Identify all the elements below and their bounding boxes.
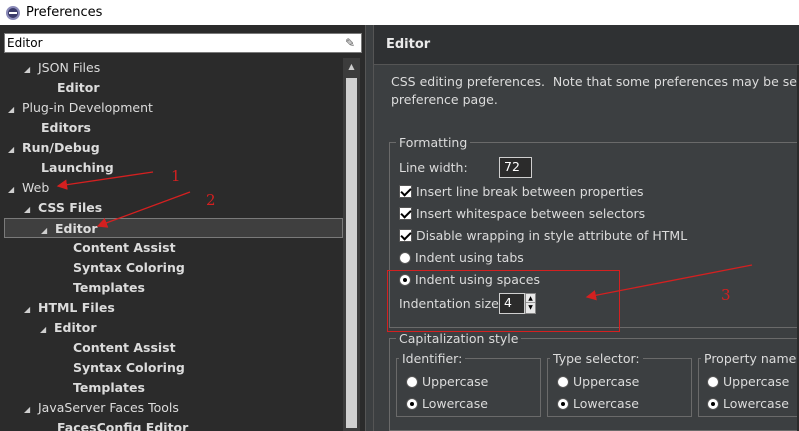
line-width-label: Line width: — [399, 160, 468, 175]
formatting-legend: Formatting — [399, 135, 468, 150]
property-name-lowercase-radio[interactable] — [707, 398, 719, 410]
type-selector-lowercase-option[interactable]: Lowercase — [557, 394, 639, 414]
type-selector-lowercase-radio[interactable] — [557, 398, 569, 410]
line-width-input[interactable]: 72 — [499, 157, 532, 178]
scrollbar-thumb[interactable] — [346, 78, 357, 428]
page-description: CSS editing preferences. Note that some … — [391, 74, 799, 107]
type-selector-legend: Type selector: — [553, 351, 640, 366]
filter-input[interactable] — [7, 35, 337, 51]
property-name-uppercase-radio[interactable] — [707, 376, 719, 388]
expanded-triangle-icon[interactable]: ◢ — [41, 221, 55, 241]
tree-item-javaserver-faces-tools[interactable]: ◢ JavaServer Faces Tools — [24, 398, 179, 418]
tree-item-html-syntax-coloring[interactable]: Syntax Coloring — [73, 358, 185, 378]
tree-item-web[interactable]: ◢ Web — [8, 178, 49, 198]
tree-item-html-files[interactable]: ◢ HTML Files — [24, 298, 115, 318]
tree-item-json-files[interactable]: ◢ JSON Files — [24, 58, 100, 78]
expanded-triangle-icon[interactable]: ◢ — [24, 60, 38, 80]
tree-item-plugin-development[interactable]: ◢ Plug-in Development — [8, 98, 153, 118]
tree-item-html-content-assist[interactable]: Content Assist — [73, 338, 176, 358]
eraser-icon[interactable]: ✎ — [343, 36, 357, 50]
insert-line-break-option[interactable]: Insert line break between properties — [399, 182, 644, 202]
identifier-lowercase-radio[interactable] — [406, 398, 418, 410]
tree-item-css-content-assist[interactable]: Content Assist — [73, 238, 176, 258]
page-header: Editor — [374, 25, 799, 65]
expanded-triangle-icon[interactable]: ◢ — [24, 200, 38, 220]
tree-item-editors[interactable]: Editors — [41, 118, 91, 138]
title-bar: Preferences — [0, 0, 799, 25]
identifier-legend: Identifier: — [402, 351, 463, 366]
scroll-up-icon[interactable]: ▲ — [343, 58, 360, 75]
tree-item-css-syntax-coloring[interactable]: Syntax Coloring — [73, 258, 185, 278]
disable-wrapping-option[interactable]: Disable wrapping in style attribute of H… — [399, 226, 687, 246]
eclipse-icon — [6, 5, 20, 20]
tree-item-css-templates[interactable]: Templates — [73, 278, 145, 298]
tree-item-css-files[interactable]: ◢ CSS Files — [24, 198, 102, 218]
tree-item-css-editor[interactable]: ◢ Editor — [4, 218, 343, 238]
filter-field[interactable]: ✎ — [4, 33, 362, 53]
identifier-lowercase-option[interactable]: Lowercase — [406, 394, 488, 414]
tree-scrollbar[interactable]: ▲ — [343, 58, 360, 431]
expanded-triangle-icon[interactable]: ◢ — [40, 320, 54, 340]
expanded-triangle-icon[interactable]: ◢ — [8, 100, 22, 120]
annotation-marker-2: 2 — [206, 191, 216, 209]
identifier-uppercase-radio[interactable] — [406, 376, 418, 388]
tree-item-json-editor[interactable]: Editor — [57, 78, 100, 98]
expanded-triangle-icon[interactable]: ◢ — [8, 140, 22, 160]
insert-line-break-checkbox[interactable] — [399, 185, 412, 198]
insert-whitespace-option[interactable]: Insert whitespace between selectors — [399, 204, 645, 224]
property-name-lowercase-option[interactable]: Lowercase — [707, 394, 789, 414]
annotation-highlight-box — [387, 270, 620, 332]
type-selector-uppercase-radio[interactable] — [557, 376, 569, 388]
indent-tabs-option[interactable]: Indent using tabs — [399, 248, 524, 268]
insert-whitespace-checkbox[interactable] — [399, 207, 412, 220]
annotation-marker-1: 1 — [171, 167, 181, 185]
identifier-uppercase-option[interactable]: Uppercase — [406, 372, 488, 392]
expanded-triangle-icon[interactable]: ◢ — [8, 180, 22, 200]
preference-page-panel: Editor CSS editing preferences. Note tha… — [373, 25, 799, 431]
tree-item-html-editor[interactable]: ◢ Editor — [40, 318, 97, 338]
property-name-uppercase-option[interactable]: Uppercase — [707, 372, 789, 392]
property-name-legend: Property name: — [704, 351, 799, 366]
capitalization-legend: Capitalization style — [399, 331, 519, 346]
indent-tabs-radio[interactable] — [399, 252, 411, 264]
preferences-tree: ◢ JSON Files Editor ◢ Plug-in Development … — [0, 58, 343, 431]
tree-item-run-debug[interactable]: ◢ Run/Debug — [8, 138, 100, 158]
window-title: Preferences — [26, 5, 103, 20]
type-selector-uppercase-option[interactable]: Uppercase — [557, 372, 639, 392]
expanded-triangle-icon[interactable]: ◢ — [24, 400, 38, 420]
page-title: Editor — [386, 37, 431, 52]
tree-item-facesconfig-editor[interactable]: FacesConfig Editor — [57, 418, 188, 431]
expanded-triangle-icon[interactable]: ◢ — [24, 300, 38, 320]
annotation-marker-3: 3 — [721, 286, 731, 304]
preferences-tree-panel: ✎ ◢JSON Files Editor ◢Plug-in Developmen… — [0, 25, 366, 431]
disable-wrapping-checkbox[interactable] — [399, 229, 412, 242]
tree-item-launching[interactable]: Launching — [41, 158, 114, 178]
tree-item-html-templates[interactable]: Templates — [73, 378, 145, 398]
